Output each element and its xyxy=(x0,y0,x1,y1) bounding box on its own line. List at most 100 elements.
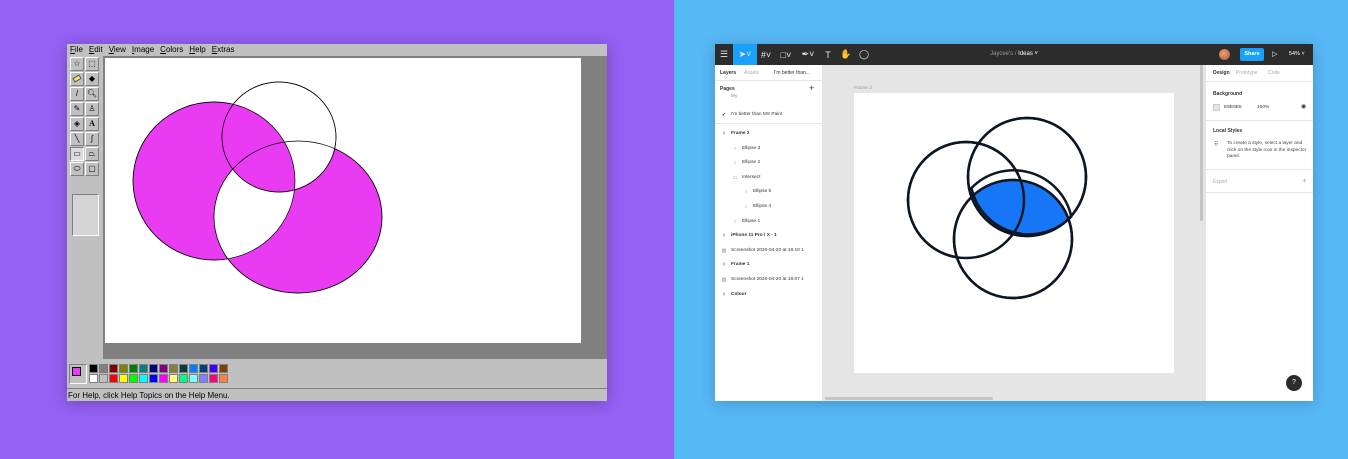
shape-tool-icon[interactable]: □˅ xyxy=(777,44,795,65)
menu-colors[interactable]: Colors xyxy=(160,44,183,56)
ellipse-icon[interactable]: ⬭ xyxy=(70,162,84,176)
palette-swatch[interactable] xyxy=(99,374,108,383)
file-menu-chevron-icon[interactable]: ˅ xyxy=(1033,51,1039,57)
share-button[interactable]: Share xyxy=(1240,48,1264,61)
palette-swatch[interactable] xyxy=(139,364,148,373)
rounded-rectangle-icon[interactable]: ▢ xyxy=(85,162,99,176)
main-menu-icon[interactable]: ☰ xyxy=(715,44,733,65)
palette-swatch[interactable] xyxy=(189,364,198,373)
menu-help[interactable]: Help xyxy=(189,44,205,56)
layer-item[interactable]: ▭ Intersect xyxy=(715,171,823,185)
current-colors[interactable] xyxy=(69,364,87,384)
tab-code[interactable]: Code xyxy=(1268,65,1280,81)
horizontal-scrollbar[interactable] xyxy=(825,397,993,400)
menu-file[interactable]: File xyxy=(70,44,83,56)
palette-swatch[interactable] xyxy=(189,374,198,383)
present-play-icon[interactable]: ▷ xyxy=(1272,44,1277,65)
line-icon[interactable]: ╲ xyxy=(70,132,84,146)
rect-select-icon[interactable]: ⬚ xyxy=(85,57,99,71)
avatar[interactable] xyxy=(1219,49,1230,60)
menu-extras[interactable]: Extras xyxy=(212,44,235,56)
page-item-current[interactable]: ✔ I'm better than MS Paint xyxy=(715,108,823,122)
palette-swatch[interactable] xyxy=(99,364,108,373)
menu-view[interactable]: View xyxy=(109,44,126,56)
palette-swatch[interactable] xyxy=(209,364,218,373)
background-hex[interactable]: E5E5E5 xyxy=(1224,105,1242,110)
menu-edit[interactable]: Edit xyxy=(89,44,103,56)
free-select-icon[interactable]: ☆ xyxy=(70,57,84,71)
frame-label[interactable]: Frame 2 xyxy=(854,86,872,91)
layer-item[interactable]: # Frame 1 xyxy=(715,258,823,272)
layer-item[interactable]: ▨ Screenshot 2020-04-20 at 18.10 1 xyxy=(715,244,823,258)
palette-swatch[interactable] xyxy=(119,364,128,373)
palette-swatch[interactable] xyxy=(119,374,128,383)
hand-tool-icon[interactable]: ✋ xyxy=(837,44,855,65)
rectangle-icon[interactable]: ▭ xyxy=(70,147,84,161)
layer-item[interactable]: ○ Ellipse 4 xyxy=(715,200,823,214)
brush-icon[interactable]: ♙ xyxy=(85,102,99,116)
airbrush-icon[interactable]: ◈ xyxy=(70,117,84,131)
curve-icon[interactable]: ∫ xyxy=(85,132,99,146)
vertical-scrollbar[interactable] xyxy=(1200,65,1203,221)
pencil-icon[interactable]: ✎ xyxy=(70,102,84,116)
paint-canvas[interactable] xyxy=(105,58,581,343)
magnifier-icon[interactable]: 🔍︎ xyxy=(85,87,99,101)
layer-item[interactable]: ▨ Screenshot 2020-04-20 at 18.07 1 xyxy=(715,273,823,287)
palette-swatch[interactable] xyxy=(129,364,138,373)
palette-swatch[interactable] xyxy=(169,364,178,373)
zoom-dropdown[interactable]: 54% ˅ xyxy=(1289,44,1305,65)
palette-swatch[interactable] xyxy=(159,364,168,373)
eraser-icon[interactable] xyxy=(70,72,84,86)
help-button[interactable]: ? xyxy=(1286,375,1302,391)
eye-icon[interactable]: ◉ xyxy=(1301,103,1306,110)
add-export-icon[interactable]: + xyxy=(1302,176,1307,185)
palette-swatch[interactable] xyxy=(89,374,98,383)
palette-swatch[interactable] xyxy=(199,374,208,383)
tool-options-box[interactable] xyxy=(72,194,99,236)
palette-swatch[interactable] xyxy=(89,364,98,373)
polygon-icon[interactable]: ⏢ xyxy=(85,147,99,161)
add-page-icon[interactable]: + xyxy=(809,83,814,93)
palette-swatch[interactable] xyxy=(169,374,178,383)
pen-tool-icon[interactable]: ✒˅ xyxy=(799,44,817,65)
palette-swatch[interactable] xyxy=(159,374,168,383)
layer-item[interactable]: ○ Ellipse 3 xyxy=(715,142,823,156)
menu-image[interactable]: Image xyxy=(132,44,154,56)
layer-item[interactable]: ○ Ellipse 5 xyxy=(715,185,823,199)
palette-swatch[interactable] xyxy=(109,364,118,373)
file-name[interactable]: Ideas xyxy=(1018,51,1033,57)
background-opacity[interactable]: 100% xyxy=(1257,105,1269,110)
palette-swatch[interactable] xyxy=(149,364,158,373)
color-picker-icon[interactable]: / xyxy=(70,87,84,101)
palette-swatch[interactable] xyxy=(129,374,138,383)
tab-layers[interactable]: Layers xyxy=(720,65,736,81)
layer-item[interactable]: # Colour xyxy=(715,288,823,302)
text-tool-icon[interactable]: A xyxy=(85,117,99,131)
palette-swatch[interactable] xyxy=(179,364,188,373)
tab-design[interactable]: Design xyxy=(1213,65,1230,81)
tab-assets[interactable]: Assets xyxy=(744,65,759,81)
comment-tool-icon[interactable]: ◯ xyxy=(855,44,873,65)
frame-tool-icon[interactable]: #˅ xyxy=(757,44,775,65)
move-tool-icon[interactable]: ➤˅ xyxy=(733,44,757,65)
layer-item[interactable]: # iPhone 11 Pro / X - 1 xyxy=(715,229,823,243)
palette-swatch[interactable] xyxy=(219,374,228,383)
palette-swatch[interactable] xyxy=(209,374,218,383)
frame-2[interactable] xyxy=(854,93,1174,373)
figma-canvas[interactable]: Frame 2 xyxy=(823,65,1205,401)
palette-swatch[interactable] xyxy=(219,364,228,373)
page-item-cut[interactable]: My xyxy=(715,94,823,102)
palette-swatch[interactable] xyxy=(109,374,118,383)
palette-swatch[interactable] xyxy=(199,364,208,373)
fill-bucket-icon[interactable]: ◆ xyxy=(85,72,99,86)
background-swatch[interactable] xyxy=(1213,104,1220,111)
text-tool-icon[interactable]: T xyxy=(819,44,837,65)
palette-swatch[interactable] xyxy=(139,374,148,383)
layer-item[interactable]: # Frame 2 xyxy=(715,127,823,141)
palette-swatch[interactable] xyxy=(149,374,158,383)
layer-item[interactable]: ○ Ellipse 2 xyxy=(715,156,823,170)
tab-page-switcher[interactable]: I'm better than... xyxy=(774,65,810,81)
tab-prototype[interactable]: Prototype xyxy=(1236,65,1257,81)
layer-item[interactable]: ○ Ellipse 1 xyxy=(715,215,823,229)
palette-swatch[interactable] xyxy=(179,374,188,383)
